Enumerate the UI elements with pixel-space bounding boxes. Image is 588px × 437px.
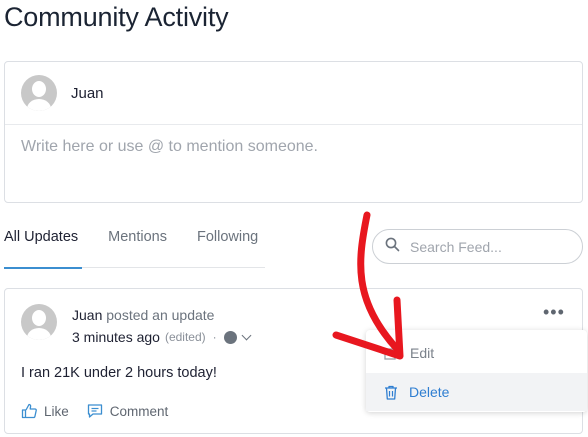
thumbs-up-icon	[21, 403, 37, 419]
post-subline: 3 minutes ago (edited) ·	[72, 329, 252, 345]
post-actions: Like Comment	[21, 403, 186, 419]
comment-icon	[87, 404, 102, 418]
comment-label: Comment	[109, 403, 169, 419]
avatar	[21, 75, 57, 111]
comment-button[interactable]: Comment	[87, 403, 169, 419]
post-options-menu: Edit Delete	[366, 330, 587, 412]
menu-item-delete-label: Delete	[409, 384, 450, 400]
post-timestamp[interactable]: 3 minutes ago	[72, 329, 160, 345]
composer-header: Juan	[5, 62, 582, 125]
separator-dot: ·	[212, 330, 217, 344]
edited-label: (edited)	[164, 330, 206, 344]
tab-all-updates[interactable]: All Updates	[4, 229, 78, 245]
tab-following[interactable]: Following	[197, 229, 258, 245]
trash-icon	[385, 385, 397, 400]
post-header: Juan posted an update	[72, 307, 214, 323]
page-title: Community Activity	[4, 2, 229, 32]
feed-tabs: All Updates Mentions Following	[4, 229, 288, 245]
avatar[interactable]	[21, 304, 57, 340]
edit-icon	[384, 345, 399, 360]
like-label: Like	[44, 403, 69, 419]
post-composer[interactable]: Juan Write here or use @ to mention some…	[4, 61, 583, 203]
composer-input[interactable]: Write here or use @ to mention someone.	[21, 138, 318, 156]
globe-icon[interactable]	[223, 330, 237, 344]
tab-mentions[interactable]: Mentions	[108, 229, 167, 245]
active-tab-indicator	[4, 267, 82, 269]
search-icon	[385, 237, 400, 257]
more-options-button[interactable]: •••	[543, 303, 565, 321]
search-field[interactable]	[372, 229, 583, 264]
menu-item-edit[interactable]: Edit	[366, 334, 587, 372]
menu-item-edit-label: Edit	[410, 345, 435, 361]
post-action-text: posted an update	[106, 307, 215, 323]
composer-user-name: Juan	[71, 84, 104, 102]
like-button[interactable]: Like	[21, 403, 69, 419]
tabs-divider	[82, 267, 265, 268]
menu-item-delete[interactable]: Delete	[366, 373, 587, 411]
post-content: I ran 21K under 2 hours today!	[21, 365, 217, 381]
chevron-down-icon[interactable]	[241, 330, 252, 340]
search-input[interactable]	[408, 237, 562, 256]
post-author-link[interactable]: Juan	[72, 307, 102, 323]
